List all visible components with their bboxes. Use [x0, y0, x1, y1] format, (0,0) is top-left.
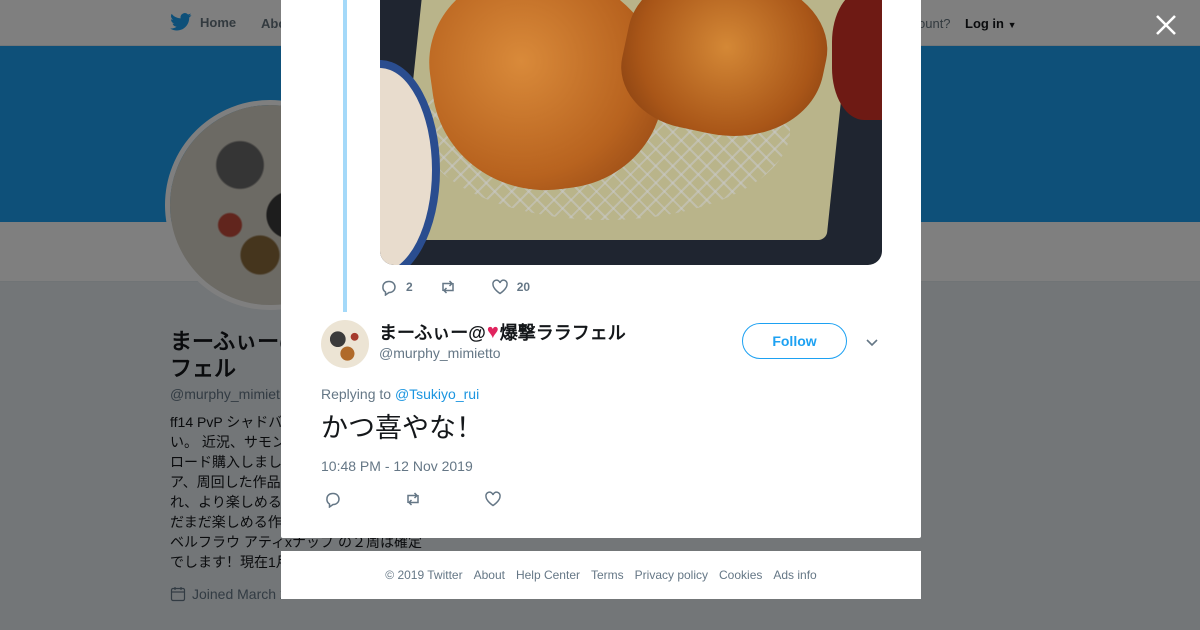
footer-link-help-center[interactable]: Help Center [516, 568, 580, 582]
modal-footer: © 2019 Twitter About Help Center Terms P… [281, 551, 921, 599]
heart-icon [485, 491, 501, 507]
footer-link-about[interactable]: About [474, 568, 505, 582]
follow-button[interactable]: Follow [742, 323, 847, 359]
tweet2-timestamp[interactable]: 10:48 PM - 12 Nov 2019 [321, 458, 473, 474]
retweet-button[interactable] [404, 490, 422, 508]
footer-link-cookies[interactable]: Cookies [719, 568, 762, 582]
reply-button[interactable]: 2 [380, 278, 413, 296]
like-button[interactable] [484, 490, 502, 508]
footer-link-privacy[interactable]: Privacy policy [635, 568, 708, 582]
replying-mention-link[interactable]: @Tsukiyo_rui [395, 386, 479, 402]
tweet2-handle[interactable]: @murphy_mimietto [379, 345, 501, 361]
display-name-part: まーふぃー@ [379, 323, 486, 343]
tweet2-avatar[interactable] [321, 320, 369, 368]
replying-to: Replying to @Tsukiyo_rui [321, 386, 479, 402]
reply-button[interactable] [324, 490, 342, 508]
reply-count: 2 [406, 280, 413, 294]
tweet-photo[interactable] [380, 0, 882, 265]
like-button[interactable]: 20 [491, 278, 530, 296]
chevron-down-icon[interactable] [863, 333, 881, 351]
tweet2-text: かつ喜やな！ [321, 413, 483, 443]
retweet-icon [407, 492, 419, 506]
replying-prefix: Replying to [321, 386, 392, 402]
footer-link-ads-info[interactable]: Ads info [773, 568, 816, 582]
tweet2-display-name[interactable]: まーふぃー@ ♥ 爆撃ララフェル [379, 319, 626, 345]
photo-bowl-right [832, 0, 882, 120]
tweet1-actions: 2 20 [380, 278, 556, 296]
reply-icon [326, 492, 340, 508]
reply-icon [382, 280, 396, 296]
tweet2-actions [324, 490, 564, 508]
conversation-thread-line [343, 0, 347, 312]
tweet-permalink-modal: 2 20 まーふぃー@ ♥ 爆撃ララフェル @murphy_mimietto Fol… [281, 0, 921, 538]
heart-emoji-icon: ♥ [486, 320, 499, 343]
display-name-part: 爆撃ララフェル [499, 323, 626, 343]
close-icon[interactable] [1153, 12, 1179, 38]
footer-link-terms[interactable]: Terms [591, 568, 624, 582]
heart-icon [491, 279, 508, 295]
footer-copyright: © 2019 Twitter [385, 568, 463, 582]
retweet-button[interactable] [439, 278, 465, 296]
like-count: 20 [516, 280, 531, 294]
retweet-icon [441, 280, 454, 294]
